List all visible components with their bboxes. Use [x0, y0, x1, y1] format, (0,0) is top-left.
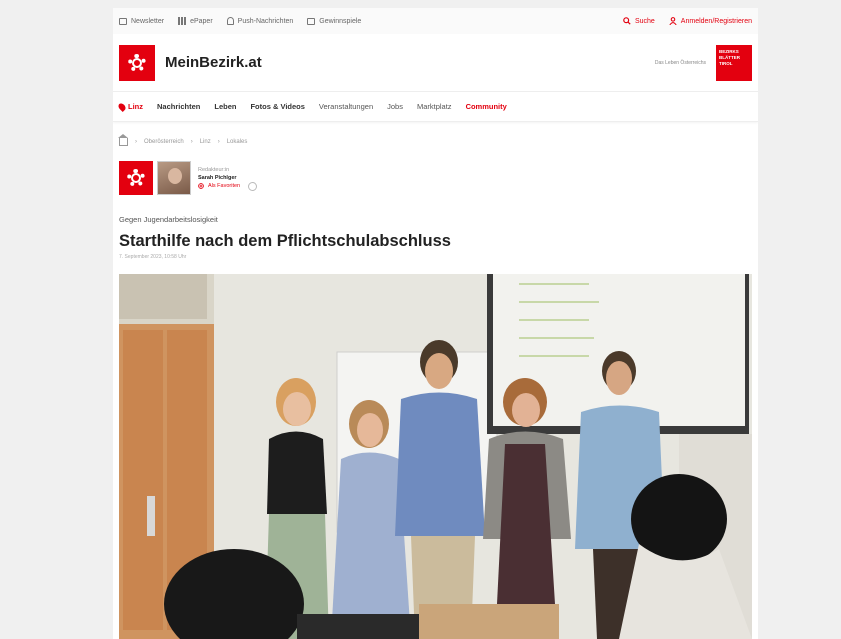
- main-nav: Linz Nachrichten Leben Fotos & Videos Ve…: [113, 92, 758, 122]
- utility-bar: Newsletter ePaper Push-Nachrichten Gewin…: [113, 8, 758, 34]
- regional-badge[interactable]: BEZIRKS BLÄTTER TIROL: [716, 44, 752, 81]
- site-logo[interactable]: MeinBezirk.at: [119, 44, 262, 81]
- location-pin-icon: [117, 101, 127, 112]
- author-role: Redakteur:in: [198, 166, 230, 173]
- article-title: Starthilfe nach dem Pflichtschulabschlus…: [119, 232, 451, 250]
- bell-icon: [226, 17, 234, 25]
- follow-button[interactable]: Als Favoriten: [198, 181, 258, 191]
- home-icon[interactable]: [118, 134, 128, 146]
- author-name[interactable]: Sarah Pichlger: [198, 174, 257, 182]
- login-button[interactable]: Anmelden/Registrieren: [669, 17, 752, 25]
- publisher-logo[interactable]: [119, 161, 153, 195]
- nav-item-fotos-videos[interactable]: Fotos & Videos: [250, 102, 304, 111]
- search-icon: [623, 17, 631, 25]
- breadcrumb-item[interactable]: Lokales: [227, 139, 248, 145]
- article-kicker: Gegen Jugendarbeitslosigkeit: [119, 215, 218, 224]
- site-name: MeinBezirk.at: [165, 54, 262, 71]
- article-hero-image[interactable]: [119, 274, 752, 639]
- user-icon: [669, 17, 677, 25]
- nav-item-leben[interactable]: Leben: [214, 102, 236, 111]
- plus-icon: [198, 183, 204, 189]
- newspaper-icon: [178, 17, 187, 25]
- nav-item-veranstaltungen[interactable]: Veranstaltungen: [319, 102, 373, 111]
- nav-item-nachrichten[interactable]: Nachrichten: [157, 102, 200, 111]
- breadcrumb-item[interactable]: Oberösterreich: [144, 139, 184, 145]
- gift-icon: [307, 17, 316, 25]
- info-icon[interactable]: [248, 181, 258, 191]
- push-link[interactable]: Push-Nachrichten: [226, 17, 293, 25]
- search-button[interactable]: Suche: [623, 17, 655, 25]
- brand-tagline: Das Leben Österreichs: [654, 59, 706, 66]
- nav-item-marktplatz[interactable]: Marktplatz: [417, 102, 452, 111]
- author-avatar[interactable]: [157, 161, 191, 195]
- brand-header: MeinBezirk.at Das Leben Österreichs BEZI…: [113, 34, 758, 92]
- newsletter-link[interactable]: Newsletter: [119, 17, 164, 25]
- nav-item-jobs[interactable]: Jobs: [387, 102, 403, 111]
- nav-item-community[interactable]: Community: [466, 102, 507, 111]
- article-date: 7. September 2023, 10:58 Uhr: [119, 254, 187, 260]
- logo-icon: [119, 44, 155, 81]
- region-selector[interactable]: Linz: [117, 101, 143, 112]
- mail-icon: [119, 17, 127, 25]
- breadcrumb-item[interactable]: Linz: [200, 139, 211, 145]
- group-photo: [119, 274, 752, 639]
- breadcrumb: › Oberösterreich › Linz › Lokales: [118, 134, 248, 146]
- page: Newsletter ePaper Push-Nachrichten Gewin…: [113, 8, 758, 639]
- gewinnspiel-link[interactable]: Gewinnspiele: [307, 17, 361, 25]
- epaper-link[interactable]: ePaper: [178, 17, 213, 25]
- author-box: Redakteur:in Sarah Pichlger Als Favorite…: [119, 161, 258, 195]
